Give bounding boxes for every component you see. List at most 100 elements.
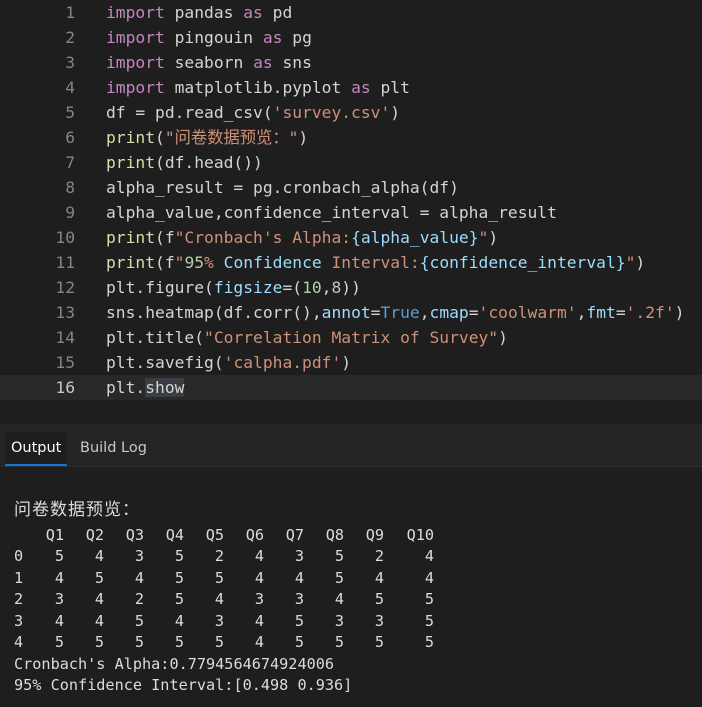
code-line[interactable]: 15 plt.savefig('calpha.pdf') [0, 350, 702, 375]
code-token: as [243, 3, 263, 22]
code-line[interactable]: 1 import pandas as pd [0, 0, 702, 25]
code-text[interactable]: import pandas as pd [106, 0, 292, 25]
column-header: Q3 [125, 525, 144, 544]
column-header: Q5 [205, 525, 224, 544]
table-cell: 4 [294, 568, 304, 587]
code-token: pandas [164, 3, 244, 22]
line-number: 15 [55, 353, 75, 372]
table-cell: 3 [214, 611, 224, 630]
code-token: plt. [106, 378, 146, 397]
code-text[interactable]: print(f"95% Confidence Interval:{confide… [106, 250, 645, 275]
table-row: 45555545555 [0, 632, 460, 653]
code-token: df = pd.read_csv( [106, 103, 273, 122]
code-text[interactable]: print("问卷数据预览：") [106, 125, 308, 150]
code-text[interactable]: sns.heatmap(df.corr(),annot=True,cmap='c… [106, 300, 684, 325]
code-token: =( [282, 278, 303, 297]
code-token: "Cronbach's Alpha: [174, 228, 352, 247]
code-token: import [106, 78, 165, 97]
code-token: ( [155, 128, 165, 147]
code-text[interactable]: alpha_result = pg.cronbach_alpha(df) [106, 175, 459, 200]
table-cell: 4 [424, 568, 434, 587]
table-cell: 4 [94, 590, 104, 608]
code-token: 95 [184, 253, 205, 272]
table-cell: 3 [294, 547, 304, 565]
code-token: '.2f' [625, 303, 675, 322]
table-cell: 5 [374, 633, 384, 651]
line-number: 16 [55, 378, 75, 397]
code-line[interactable]: 12 plt.figure(figsize=(10,8)) [0, 275, 702, 300]
code-line[interactable]: 10 print(f"Cronbach's Alpha:{alpha_value}… [0, 225, 702, 250]
code-token: print [106, 128, 156, 147]
code-text[interactable]: import matplotlib.pyplot as plt [106, 75, 410, 100]
code-line[interactable]: 7 print(df.head()) [0, 150, 702, 175]
table-cell: 2 [374, 547, 384, 565]
code-token: 'coolwarm' [478, 303, 577, 322]
table-cell: 3 [54, 590, 64, 608]
line-number: 3 [65, 53, 75, 72]
line-number: 11 [55, 253, 75, 272]
table-cell: 4 [54, 568, 64, 587]
line-number: 12 [55, 278, 75, 297]
code-token: , [576, 303, 587, 322]
code-token: fmt [586, 303, 616, 322]
code-line[interactable]: 13 sns.heatmap(df.corr(),annot=True,cmap=… [0, 300, 702, 325]
code-text[interactable]: print(f"Cronbach's Alpha:{alpha_value}") [106, 225, 498, 250]
table-cell: 5 [294, 633, 304, 651]
code-text[interactable]: plt.show [106, 375, 185, 400]
code-token: ) [635, 253, 646, 272]
line-number: 8 [65, 178, 75, 197]
code-line[interactable]: 5 df = pd.read_csv('survey.csv') [0, 100, 702, 125]
code-token: sns.heatmap(df.corr(), [106, 303, 322, 322]
code-editor[interactable]: 1 import pandas as pd 2 import pingouin as … [0, 0, 702, 424]
code-text[interactable]: df = pd.read_csv('survey.csv') [106, 100, 400, 125]
table-cell: 5 [424, 633, 434, 651]
code-text[interactable]: import seaborn as sns [106, 50, 312, 75]
code-line[interactable]: 9 alpha_value,confidence_interval = alpha… [0, 200, 702, 225]
table-cell: 5 [54, 547, 64, 565]
code-line[interactable]: 3 import seaborn as sns [0, 50, 702, 75]
code-token: 'calpha.pdf' [223, 353, 342, 372]
alpha-result: Cronbach's Alpha:0.7794564674924006 [14, 654, 335, 673]
code-line[interactable]: 8 alpha_result = pg.cronbach_alpha(df) [0, 175, 702, 200]
tab-output[interactable]: Output [5, 432, 68, 466]
code-token: print [106, 253, 156, 272]
code-text[interactable]: plt.savefig('calpha.pdf') [106, 350, 351, 375]
code-token: True [380, 303, 420, 322]
panel-divider[interactable] [0, 424, 702, 432]
code-token: {alpha_value} [351, 228, 479, 247]
code-line[interactable]: 4 import matplotlib.pyplot as plt [0, 75, 702, 100]
ide-window: 1 import pandas as pd 2 import pingouin as … [0, 0, 702, 707]
tab-build-log[interactable]: Build Log [74, 432, 153, 465]
preview-title: 问卷数据预览： [14, 500, 140, 520]
table-cell: 5 [334, 633, 344, 651]
code-token: " [625, 253, 636, 272]
code-line[interactable]: 11 print(f"95% Confidence Interval:{confi… [0, 250, 702, 275]
code-token: as [351, 78, 371, 97]
code-token: )) [341, 278, 361, 297]
table-cell: 5 [424, 611, 434, 630]
code-text[interactable]: plt.figure(figsize=(10,8)) [106, 275, 361, 300]
code-line[interactable]: 16 plt.show [0, 375, 702, 400]
output-console: 问卷数据预览： Q1 Q2 Q3 Q4 Q5 Q6 Q7 Q8 Q9 Q10 0 5 4 3 5 2 4 3 5 2 4 1… [0, 467, 702, 707]
code-token: show [145, 378, 185, 397]
table-header: Q1 Q2 Q3 Q4 Q5 Q6 Q7 Q8 Q9 Q10 [0, 525, 460, 546]
table-cell: 5 [294, 611, 304, 630]
table-cell: 5 [174, 568, 184, 587]
code-text[interactable]: print(df.head()) [106, 150, 263, 175]
table-cell: 5 [424, 590, 434, 608]
code-line[interactable]: 2 import pingouin as pg [0, 25, 702, 50]
column-header: Q7 [285, 525, 304, 544]
code-line[interactable]: 14 plt.title("Correlation Matrix of Surve… [0, 325, 702, 350]
code-token: cmap [429, 303, 469, 322]
table-cell: 4 [424, 547, 434, 565]
code-text[interactable]: import pingouin as pg [106, 25, 312, 50]
code-text[interactable]: alpha_value,confidence_interval = alpha_… [106, 200, 557, 225]
code-token: print [106, 153, 156, 172]
code-token: = [370, 303, 381, 322]
code-line[interactable]: 6 print("问卷数据预览：") [0, 125, 702, 150]
code-token: "Correlation Matrix of Survey" [204, 328, 499, 347]
code-text[interactable]: plt.title("Correlation Matrix of Survey"… [106, 325, 508, 350]
column-header: Q2 [85, 525, 104, 544]
code-token: pingouin [164, 28, 263, 47]
table-cell: 4 [54, 611, 64, 630]
